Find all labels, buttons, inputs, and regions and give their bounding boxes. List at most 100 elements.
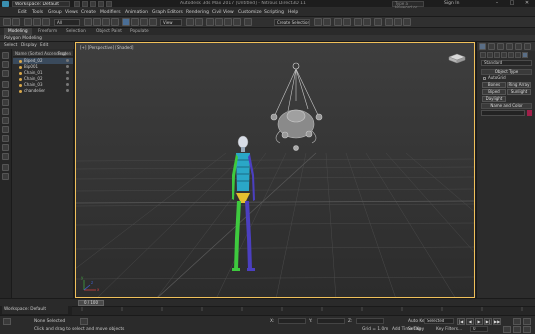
- lock-selection-icon[interactable]: [80, 318, 88, 325]
- open-file-icon[interactable]: [82, 1, 88, 7]
- chandelier-candle[interactable]: [281, 131, 289, 139]
- link-icon[interactable]: [24, 18, 32, 26]
- ribbon-panel-label[interactable]: Polygon Modeling: [4, 35, 42, 42]
- chandelier-candle[interactable]: [305, 130, 313, 138]
- scene-explorer-workspace[interactable]: Workspace: Default: [2, 306, 68, 314]
- placement-icon[interactable]: [149, 18, 157, 26]
- rendered-frame-window-icon[interactable]: [394, 18, 402, 26]
- unlink-icon[interactable]: [33, 18, 41, 26]
- pivot-center-icon[interactable]: [186, 18, 194, 26]
- maxscript-listener-icon[interactable]: [3, 318, 11, 325]
- frozen-icon[interactable]: [66, 65, 69, 68]
- frozen-icon[interactable]: [66, 83, 69, 86]
- frozen-icon[interactable]: [66, 89, 69, 92]
- perspective-viewport[interactable]: [+] [Perspective] [Shaded] x y z: [75, 42, 475, 298]
- move-icon[interactable]: [122, 18, 130, 26]
- menu-views[interactable]: Views: [65, 10, 78, 15]
- go-to-start-icon[interactable]: |◀: [457, 318, 465, 325]
- selection-filter-dropdown[interactable]: All: [54, 19, 80, 26]
- visibility-icon[interactable]: [19, 77, 22, 81]
- chandelier-candle[interactable]: [270, 113, 278, 121]
- x-coordinate-field[interactable]: [278, 318, 306, 324]
- shapes-category-icon[interactable]: [487, 52, 493, 58]
- layer-explorer-icon[interactable]: [334, 18, 342, 26]
- tab-selection[interactable]: Selection: [62, 28, 90, 35]
- reference-coordinate-dropdown[interactable]: View: [160, 19, 182, 26]
- tab-modeling[interactable]: Modeling: [4, 28, 32, 35]
- biped-right-leg[interactable]: [245, 201, 252, 270]
- time-slider-track[interactable]: 0 / 100: [0, 298, 535, 306]
- tab-object-paint[interactable]: Object Paint: [92, 28, 126, 35]
- time-configuration-icon[interactable]: [503, 326, 511, 333]
- render-production-icon[interactable]: [403, 18, 411, 26]
- menu-civil-view[interactable]: Civil View: [212, 10, 234, 15]
- menu-help[interactable]: Help: [288, 10, 298, 15]
- scene-row[interactable]: chandelier: [13, 88, 73, 94]
- create-tab-icon[interactable]: [479, 43, 486, 50]
- current-frame-field[interactable]: 0: [470, 326, 488, 332]
- select-manipulate-icon[interactable]: [195, 18, 203, 26]
- utilities-tab-icon[interactable]: [524, 43, 531, 50]
- biped-right-foot[interactable]: [247, 268, 255, 271]
- key-filters-button[interactable]: Key Filters...: [436, 327, 462, 332]
- undo-icon[interactable]: [98, 1, 104, 7]
- biped-left-leg[interactable]: [234, 201, 241, 270]
- display-invert-icon[interactable]: [2, 70, 9, 77]
- curve-editor-icon[interactable]: [354, 18, 362, 26]
- next-frame-icon[interactable]: ▶|: [484, 318, 492, 325]
- pan-icon[interactable]: [513, 326, 521, 333]
- workspace-selector[interactable]: Workspace: Default: [12, 1, 70, 7]
- biped-torso[interactable]: [236, 153, 250, 191]
- redo-icon[interactable]: [106, 1, 112, 7]
- autogrid-checkbox[interactable]: AutoGrid: [483, 75, 506, 80]
- viewport-label[interactable]: [+] [Perspective] [Shaded]: [80, 45, 134, 50]
- schematic-view-icon[interactable]: [363, 18, 371, 26]
- cameras-filter-icon[interactable]: [2, 108, 9, 115]
- geometry-category-icon[interactable]: [480, 52, 486, 58]
- shapes-filter-icon[interactable]: [2, 90, 9, 97]
- chandelier-candle[interactable]: [315, 113, 323, 121]
- cameras-category-icon[interactable]: [501, 52, 507, 58]
- ribbon-toggle-icon[interactable]: [343, 18, 351, 26]
- visibility-icon[interactable]: [19, 65, 22, 69]
- key-mode-dropdown[interactable]: Selected: [424, 318, 454, 324]
- menu-edit[interactable]: Edit: [18, 10, 27, 15]
- track-bar[interactable]: [72, 306, 535, 315]
- menu-animation[interactable]: Animation: [125, 10, 148, 15]
- lights-category-icon[interactable]: [494, 52, 500, 58]
- sign-in-link[interactable]: Sign In: [444, 1, 459, 7]
- bones-filter-icon[interactable]: [2, 153, 9, 160]
- hierarchy-tab-icon[interactable]: [497, 43, 504, 50]
- close-button[interactable]: ✕: [520, 0, 534, 7]
- tab-populate[interactable]: Populate: [126, 28, 153, 35]
- named-selection-set-dropdown[interactable]: Create Selection Set: [274, 19, 310, 26]
- frozen-column-header[interactable]: Frozen: [58, 51, 71, 56]
- percent-snap-icon[interactable]: [224, 18, 232, 26]
- previous-frame-icon[interactable]: ◀: [466, 318, 474, 325]
- go-to-end-icon[interactable]: ▶▶: [493, 318, 501, 325]
- select-by-name-icon[interactable]: [93, 18, 101, 26]
- zoom-all-icon[interactable]: [523, 318, 531, 325]
- daylight-button[interactable]: Daylight: [482, 96, 506, 102]
- ring-array-button[interactable]: Ring Array: [507, 82, 531, 88]
- frozen-icon[interactable]: [66, 77, 69, 80]
- motion-tab-icon[interactable]: [506, 43, 513, 50]
- y-coordinate-field[interactable]: [317, 318, 345, 324]
- material-editor-icon[interactable]: [374, 18, 382, 26]
- name-and-color-rollout[interactable]: Name and Color: [481, 103, 532, 109]
- bones-button[interactable]: Bones: [482, 82, 506, 88]
- menu-rendering[interactable]: Rendering: [186, 10, 209, 15]
- se-menu-select[interactable]: Select: [4, 43, 17, 48]
- new-file-icon[interactable]: [74, 1, 80, 7]
- zoom-icon[interactable]: [513, 318, 521, 325]
- groups-filter-icon[interactable]: [2, 135, 9, 142]
- maximize-button[interactable]: □: [505, 0, 519, 7]
- object-color-swatch[interactable]: [527, 110, 532, 116]
- menu-create[interactable]: Create: [81, 10, 96, 15]
- object-name-field[interactable]: [481, 110, 525, 116]
- geometry-filter-icon[interactable]: [2, 81, 9, 88]
- align-icon[interactable]: [323, 18, 331, 26]
- visibility-icon[interactable]: [19, 71, 22, 75]
- set-key-label[interactable]: Set Key: [408, 327, 424, 332]
- lock-icon[interactable]: [2, 173, 9, 180]
